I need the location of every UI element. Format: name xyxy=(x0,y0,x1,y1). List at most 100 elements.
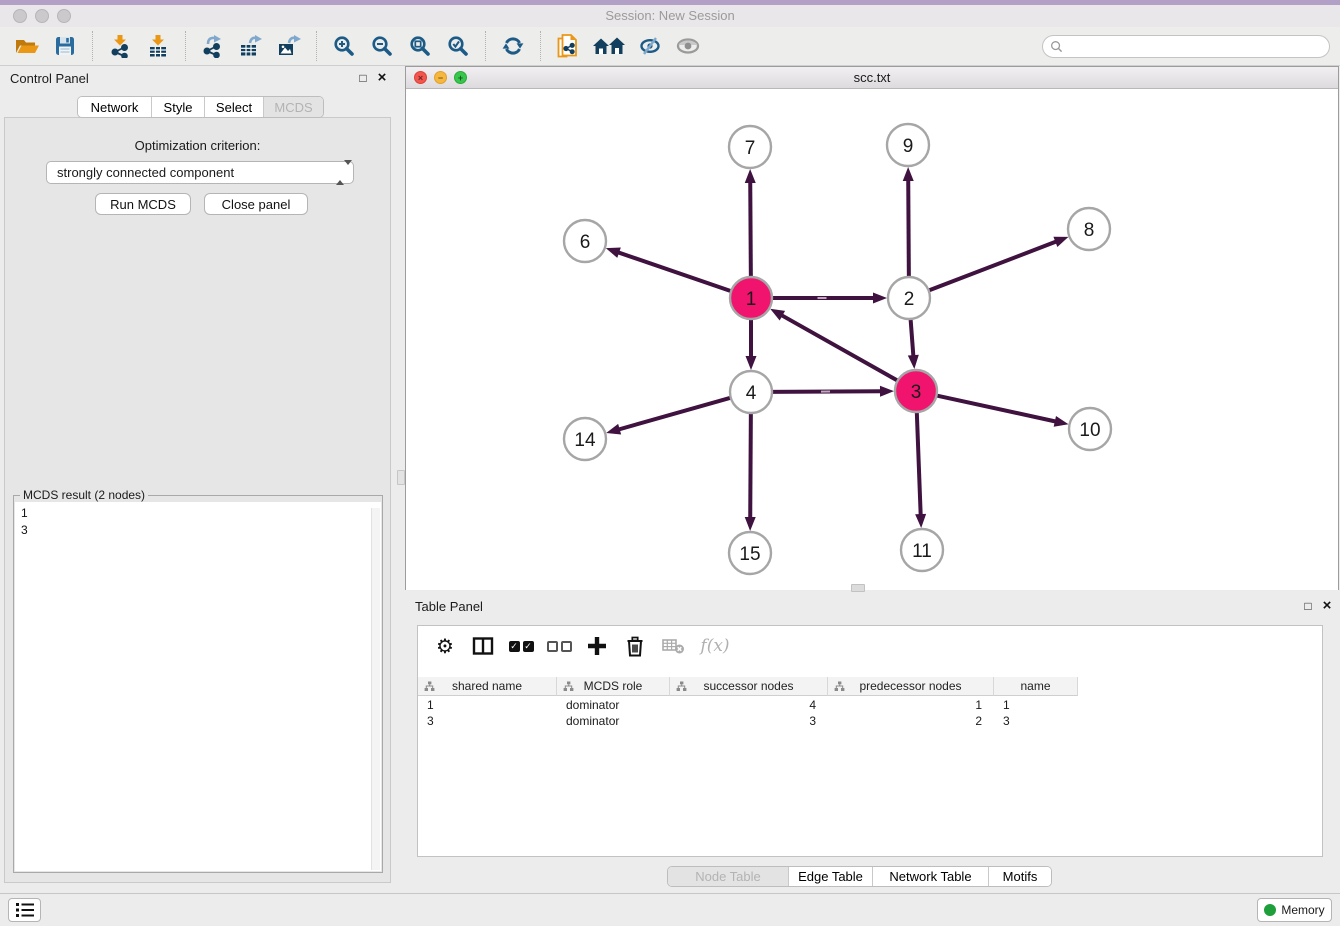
graph-node-label: 9 xyxy=(903,136,914,157)
refresh-button[interactable] xyxy=(497,30,529,62)
column-header-predecessor-nodes[interactable]: predecessor nodes xyxy=(828,677,994,696)
save-session-button[interactable] xyxy=(49,30,81,62)
eye-icon xyxy=(675,34,701,58)
home-button[interactable] xyxy=(590,30,628,62)
zoom-fit-button[interactable] xyxy=(404,30,436,62)
column-header-successor-nodes[interactable]: successor nodes xyxy=(670,677,828,696)
graph-edge-4-14[interactable] xyxy=(618,397,732,429)
cell-name[interactable]: 3 xyxy=(994,713,1078,729)
cell-successor-nodes[interactable]: 3 xyxy=(670,713,828,729)
export-network-button[interactable] xyxy=(197,30,229,62)
cell-successor-nodes[interactable]: 4 xyxy=(670,697,828,713)
graph-edge-3-11[interactable] xyxy=(917,411,921,516)
result-line: 1 xyxy=(21,505,375,522)
graph-edge-1-6[interactable] xyxy=(617,252,732,291)
table-toolbar: ⚙ ✓✓ xyxy=(426,632,738,660)
search-input[interactable] xyxy=(1063,38,1329,56)
mcds-result-box[interactable]: 1 3 xyxy=(15,502,381,871)
control-panel-float-icon[interactable]: □ xyxy=(356,71,370,85)
clone-network-icon xyxy=(555,33,581,59)
graph-edge-arrowhead xyxy=(880,386,894,397)
tab-style[interactable]: Style xyxy=(152,97,205,117)
panel-splitter-grip-vertical[interactable] xyxy=(397,470,405,485)
graph-edge-2-8[interactable] xyxy=(928,241,1058,291)
tab-node-table[interactable]: Node Table xyxy=(668,867,789,886)
column-header-mcds-role[interactable]: MCDS role xyxy=(557,677,670,696)
table-settings-button[interactable]: ⚙ xyxy=(430,633,460,659)
tab-mcds[interactable]: MCDS xyxy=(264,97,323,117)
select-all-columns-button[interactable]: ✓✓ xyxy=(506,633,536,659)
deselect-all-columns-button[interactable] xyxy=(544,633,574,659)
clone-network-button[interactable] xyxy=(552,30,584,62)
tab-network-table[interactable]: Network Table xyxy=(873,867,989,886)
graph-edge-arrowhead xyxy=(908,355,919,369)
table-panel-title: Table Panel xyxy=(415,599,483,614)
cell-shared-name[interactable]: 3 xyxy=(418,713,557,729)
cell-name[interactable]: 1 xyxy=(994,697,1078,713)
cell-predecessor-nodes[interactable]: 1 xyxy=(828,697,994,713)
criterion-select[interactable]: strongly connected component xyxy=(46,161,354,184)
column-header-name[interactable]: name xyxy=(994,677,1078,696)
task-history-button[interactable] xyxy=(8,898,41,922)
graph-edge-1-7[interactable] xyxy=(750,181,751,278)
graph-edge-arrowhead xyxy=(1053,237,1068,247)
panel-splitter-grip-horizontal[interactable] xyxy=(851,584,865,592)
show-panels-button[interactable] xyxy=(672,30,704,62)
cell-shared-name[interactable]: 1 xyxy=(418,697,557,713)
graph-edge-arrowhead xyxy=(746,356,757,370)
table-panel-tabs: Node Table Edge Table Network Table Moti… xyxy=(667,866,1052,887)
result-scrollbar[interactable] xyxy=(371,508,380,870)
tab-network[interactable]: Network xyxy=(78,97,152,117)
graph-edge-arrowhead xyxy=(606,424,621,435)
zoom-out-button[interactable] xyxy=(366,30,398,62)
add-row-button[interactable] xyxy=(582,633,612,659)
table-row[interactable]: 1 dominator 4 1 1 xyxy=(418,697,1078,713)
toolbar-separator xyxy=(485,31,486,61)
memory-button[interactable]: Memory xyxy=(1257,898,1332,922)
search-box[interactable] xyxy=(1042,35,1330,58)
graph-edge-arrowhead xyxy=(873,293,887,304)
column-header-shared-name[interactable]: shared name xyxy=(418,677,557,696)
graph-edge-4-15[interactable] xyxy=(750,412,751,519)
gear-icon: ⚙ xyxy=(436,634,454,659)
table-panel-close-icon[interactable]: × xyxy=(1320,597,1334,614)
zoom-in-button[interactable] xyxy=(328,30,360,62)
graph-edge-2-3[interactable] xyxy=(911,318,914,357)
split-columns-button[interactable] xyxy=(468,633,498,659)
graph-edge-3-10[interactable] xyxy=(936,395,1057,421)
import-network-button[interactable] xyxy=(104,30,136,62)
app-titlebar: Session: New Session xyxy=(0,5,1340,27)
open-folder-icon xyxy=(14,34,40,58)
network-window-titlebar: × − + scc.txt xyxy=(406,67,1338,89)
tab-select[interactable]: Select xyxy=(205,97,264,117)
status-bar: Memory xyxy=(0,893,1340,926)
delete-row-button[interactable] xyxy=(620,633,650,659)
tab-motifs[interactable]: Motifs xyxy=(989,867,1051,886)
graph-edge-3-1[interactable] xyxy=(781,315,899,381)
graph-edge-2-9[interactable] xyxy=(908,179,909,278)
table-row[interactable]: 3 dominator 3 2 3 xyxy=(418,713,1078,729)
export-table-button[interactable] xyxy=(235,30,267,62)
cell-mcds-role[interactable]: dominator xyxy=(557,697,670,713)
close-panel-button[interactable]: Close panel xyxy=(204,193,308,215)
unchecked-checkboxes-icon xyxy=(547,641,572,652)
control-panel-close-icon[interactable]: × xyxy=(375,69,389,86)
zoom-fit-icon xyxy=(408,34,432,58)
hide-panels-button[interactable] xyxy=(634,30,666,62)
table-panel-float-icon[interactable]: □ xyxy=(1301,599,1315,613)
window-title: Session: New Session xyxy=(0,8,1340,23)
import-table-button[interactable] xyxy=(142,30,174,62)
cell-predecessor-nodes[interactable]: 2 xyxy=(828,713,994,729)
zoom-selected-button[interactable] xyxy=(442,30,474,62)
run-mcds-button[interactable]: Run MCDS xyxy=(95,193,191,215)
graph-node-label: 6 xyxy=(580,232,591,253)
zoom-selected-icon xyxy=(446,34,470,58)
tab-edge-table[interactable]: Edge Table xyxy=(789,867,873,886)
network-canvas[interactable]: 7968124314101511 xyxy=(406,90,1338,590)
export-image-button[interactable] xyxy=(273,30,305,62)
delete-table-button[interactable] xyxy=(658,633,688,659)
open-session-button[interactable] xyxy=(11,30,43,62)
cell-mcds-role[interactable]: dominator xyxy=(557,713,670,729)
delete-table-icon xyxy=(661,636,685,656)
apply-function-button[interactable]: f(x) xyxy=(696,633,734,659)
